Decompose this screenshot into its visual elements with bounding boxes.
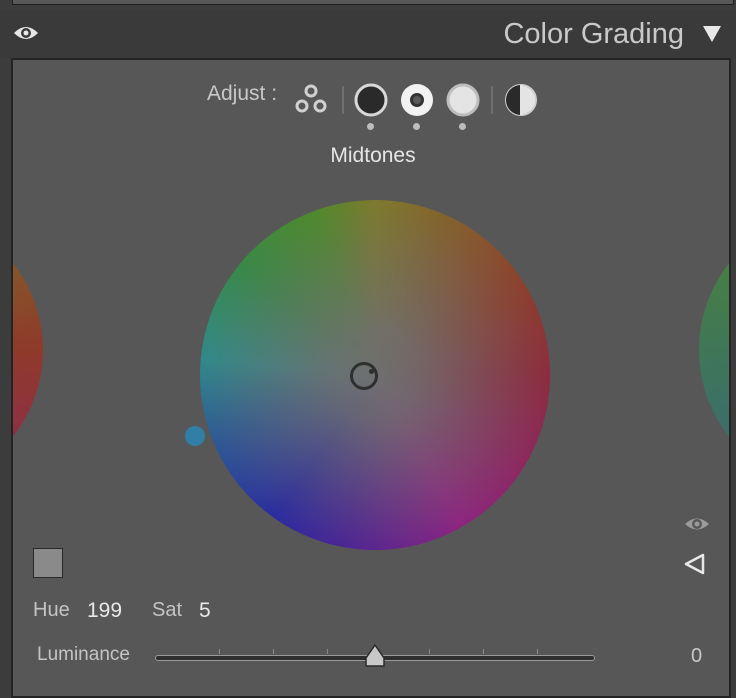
wheel-center-handle[interactable] xyxy=(350,362,378,390)
midtones-icon[interactable] xyxy=(399,82,435,118)
sat-label: Sat xyxy=(152,599,183,621)
slider-tick xyxy=(327,649,328,654)
highlights-indicator-dot xyxy=(459,123,466,130)
separator xyxy=(342,86,344,114)
shadows-indicator-dot xyxy=(367,123,374,130)
hue-handle[interactable] xyxy=(185,426,205,446)
highlights-wheel-preview[interactable] xyxy=(699,210,729,490)
three-way-icon[interactable] xyxy=(293,82,329,118)
panel-header[interactable]: Color Grading xyxy=(0,10,736,58)
midtones-indicator-dot xyxy=(413,123,420,130)
slider-tick xyxy=(273,649,274,654)
global-icon[interactable] xyxy=(503,82,539,118)
top-divider xyxy=(0,0,736,8)
highlights-icon[interactable] xyxy=(445,82,481,118)
shadows-icon[interactable] xyxy=(353,82,389,118)
luminance-value[interactable]: 0 xyxy=(691,645,702,668)
luminance-slider-thumb[interactable] xyxy=(363,643,387,669)
slider-tick xyxy=(537,649,538,654)
triangle-down-icon[interactable] xyxy=(700,22,724,46)
panel-title: Color Grading xyxy=(503,18,684,50)
slider-tick xyxy=(483,649,484,654)
hue-label: Hue xyxy=(33,599,70,621)
triangle-left-icon[interactable] xyxy=(683,552,707,576)
adjust-label: Adjust : xyxy=(207,82,278,105)
eye-icon[interactable] xyxy=(683,514,711,534)
color-swatch[interactable] xyxy=(33,548,63,578)
separator xyxy=(491,86,493,114)
slider-tick xyxy=(429,649,430,654)
sat-value[interactable]: 5 xyxy=(199,599,211,623)
eye-icon[interactable] xyxy=(12,22,40,44)
color-grading-panel: Adjust : Midtones Hue 199 Sat 5 Luminanc… xyxy=(11,58,731,698)
luminance-label: Luminance xyxy=(37,644,130,665)
wheel-mode-label: Midtones xyxy=(330,144,416,167)
shadows-wheel-preview[interactable] xyxy=(13,210,43,490)
slider-tick xyxy=(219,649,220,654)
hue-value[interactable]: 199 xyxy=(87,599,122,623)
